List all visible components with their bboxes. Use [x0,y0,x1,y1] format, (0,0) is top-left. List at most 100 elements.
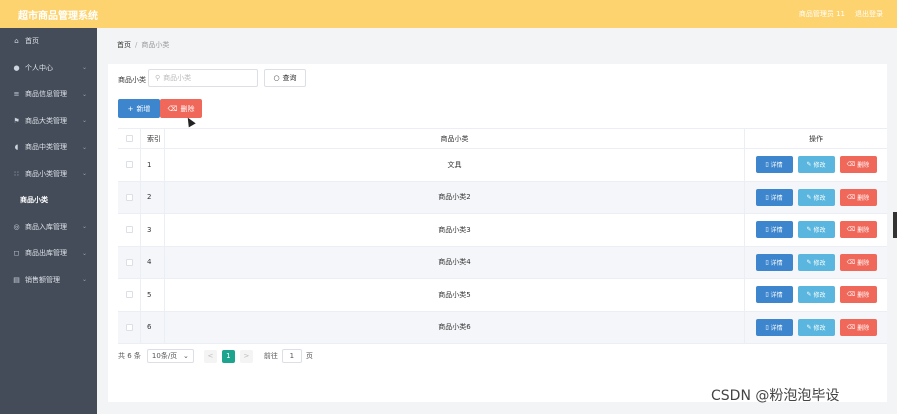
column-header-actions: 操作 [809,134,823,143]
edit-button[interactable]: ✎ 修改 [797,318,835,336]
document-icon: ▯ [765,226,769,234]
trash-icon: ⌫ [846,161,856,169]
sidebar-item-label: 商品大类管理 [25,116,67,125]
query-button-label: 查询 [282,74,297,82]
row-delete-button[interactable]: ⌫ 删除 [839,188,877,206]
table-row: 1 文具 ▯ 详情 ✎ 修改 ⌫ 删除 [118,149,887,182]
remove-label: 删除 [857,259,870,267]
row-checkbox[interactable] [125,193,133,201]
trash-icon: ⌫ [846,291,856,299]
chevron-down-icon: ⌄ [82,64,88,72]
sidebar-item-7[interactable]: ◎ 商品入库管理 ⌄ [0,214,97,241]
next-page-button[interactable]: > [239,349,253,363]
table-row: 4 商品小类4 ▯ 详情 ✎ 修改 ⌫ 删除 [118,246,887,279]
column-header-index: 索引 [141,129,165,148]
prev-page-button[interactable]: < [203,349,217,363]
remove-label: 删除 [857,162,870,170]
document-icon: ▯ [765,291,769,299]
pencil-icon: ✎ [806,226,812,234]
sidebar-item-8[interactable]: ◻ 商品出库管理 ⌄ [0,240,97,267]
sidebar-item-4[interactable]: ◖ 商品中类管理 ⌄ [0,134,97,161]
pagination: 共 6 条 10条/页 ⌄ < 1 > 前往 1 页 [118,349,313,363]
row-select-cell [118,181,141,213]
row-name: 商品小类4 [165,246,745,278]
row-select-cell [118,214,141,246]
add-button[interactable]: + 新增 [118,99,160,118]
row-actions: ▯ 详情 ✎ 修改 ⌫ 删除 [745,312,887,344]
row-actions: ▯ 详情 ✎ 修改 ⌫ 删除 [745,214,887,246]
trash-icon: ⌫ [846,258,856,266]
edit-button[interactable]: ✎ 修改 [797,253,835,271]
column-header-name: 商品小类 [165,129,745,148]
row-delete-button[interactable]: ⌫ 删除 [839,286,877,304]
row-delete-button[interactable]: ⌫ 删除 [839,156,877,174]
goto-page-input[interactable]: 1 [281,349,302,363]
sidebar-item-3[interactable]: ⚑ 商品大类管理 ⌄ [0,108,97,135]
detail-label: 详情 [770,292,783,300]
detail-label: 详情 [770,324,783,332]
row-select-cell [118,149,141,181]
edit-label: 修改 [813,162,826,170]
row-checkbox[interactable] [125,161,133,169]
detail-label: 详情 [770,194,783,202]
app-title: 超市商品管理系统 [18,10,98,22]
detail-button[interactable]: ▯ 详情 [755,221,793,239]
detail-button[interactable]: ▯ 详情 [755,318,793,336]
sidebar-item-label: 商品小类 [20,196,48,205]
sidebar-item-5[interactable]: ∷ 商品小类管理 ⌄ [0,161,97,188]
main-content: 首页 / 商品小类 商品小类 ⚲ 商品小类 ○ 查询 + 新增 ⌫ 删除 索引 商品… [97,28,897,414]
detail-button[interactable]: ▯ 详情 [755,188,793,206]
page-size-value: 10条/页 [151,352,178,360]
chevron-down-icon: ⌄ [82,276,88,284]
edit-button[interactable]: ✎ 修改 [797,286,835,304]
row-checkbox[interactable] [125,258,133,266]
row-checkbox[interactable] [125,323,133,331]
breadcrumb-home[interactable]: 首页 [117,41,131,49]
row-actions: ▯ 详情 ✎ 修改 ⌫ 删除 [745,182,887,214]
row-delete-button[interactable]: ⌫ 删除 [839,253,877,271]
detail-button[interactable]: ▯ 详情 [755,156,793,174]
edit-button[interactable]: ✎ 修改 [797,156,835,174]
row-checkbox[interactable] [125,291,133,299]
logout-link[interactable]: 退出登录 [855,9,883,19]
search-icon: ⚲ [155,74,161,82]
row-actions: ▯ 详情 ✎ 修改 ⌫ 删除 [745,149,887,181]
sidebar-subitem-6[interactable]: 商品小类 [0,187,97,214]
select-all-checkbox[interactable] [125,135,133,142]
row-delete-button[interactable]: ⌫ 删除 [839,318,877,336]
search-input[interactable]: ⚲ 商品小类 [148,69,258,87]
sidebar-item-0[interactable]: ⌂ 首页 [0,28,97,55]
edit-label: 修改 [813,259,826,267]
edit-button[interactable]: ✎ 修改 [797,188,835,206]
sidebar-item-label: 销售额管理 [25,275,60,284]
document-icon: ▯ [765,323,769,331]
sidebar-item-1[interactable]: ● 个人中心 ⌄ [0,55,97,82]
pencil-icon: ✎ [806,291,812,299]
page-number-1[interactable]: 1 [221,349,235,363]
detail-button[interactable]: ▯ 详情 [755,253,793,271]
row-actions: ▯ 详情 ✎ 修改 ⌫ 删除 [745,279,887,311]
row-checkbox[interactable] [125,226,133,234]
row-index: 2 [141,181,165,213]
header-user-area: 商品管理员 11 退出登录 [799,9,883,19]
edit-button[interactable]: ✎ 修改 [797,221,835,239]
scrollbar-thumb[interactable] [893,212,897,238]
row-name: 商品小类2 [165,181,745,213]
sidebar-item-label: 商品中类管理 [25,143,67,152]
page-jumper: 前往 1 页 [264,349,313,363]
table-row: 2 商品小类2 ▯ 详情 ✎ 修改 ⌫ 删除 [118,181,887,214]
detail-button[interactable]: ▯ 详情 [755,286,793,304]
delete-button[interactable]: ⌫ 删除 [160,99,202,118]
content-card: 商品小类 ⚲ 商品小类 ○ 查询 + 新增 ⌫ 删除 索引 商品小类 操作 1文… [108,64,887,402]
sidebar-item-label: 商品入库管理 [25,222,67,231]
chevron-down-icon: ⌄ [82,249,88,257]
row-delete-button[interactable]: ⌫ 删除 [839,221,877,239]
chevron-down-icon: ⌄ [82,223,88,231]
query-button[interactable]: ○ 查询 [264,69,306,87]
trash-icon: ⌫ [846,323,856,331]
page-size-select[interactable]: 10条/页 ⌄ [146,349,194,363]
sidebar-item-9[interactable]: ▤ 销售额管理 ⌄ [0,267,97,294]
user-icon: ● [13,63,20,72]
trash-icon: ⌫ [846,226,856,234]
sidebar-item-2[interactable]: ≡ 商品信息管理 ⌄ [0,81,97,108]
